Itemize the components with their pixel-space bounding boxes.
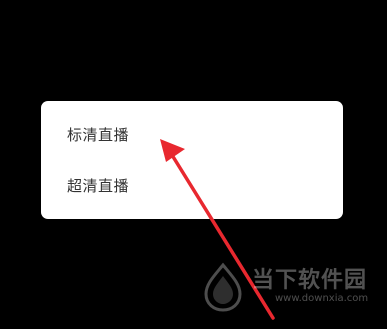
quality-menu: 标清直播 超清直播 — [41, 101, 343, 219]
screen: 标清直播 超清直播 当下软件园 www.downxia.com — [0, 0, 387, 329]
watermark: 当下软件园 www.downxia.com — [196, 258, 376, 318]
downxia-logo-icon — [204, 262, 242, 312]
menu-item-hd-live[interactable]: 超清直播 — [67, 176, 129, 196]
watermark-url: www.downxia.com — [275, 293, 369, 304]
watermark-title: 当下软件园 — [252, 268, 368, 293]
menu-item-sd-live[interactable]: 标清直播 — [67, 125, 129, 145]
